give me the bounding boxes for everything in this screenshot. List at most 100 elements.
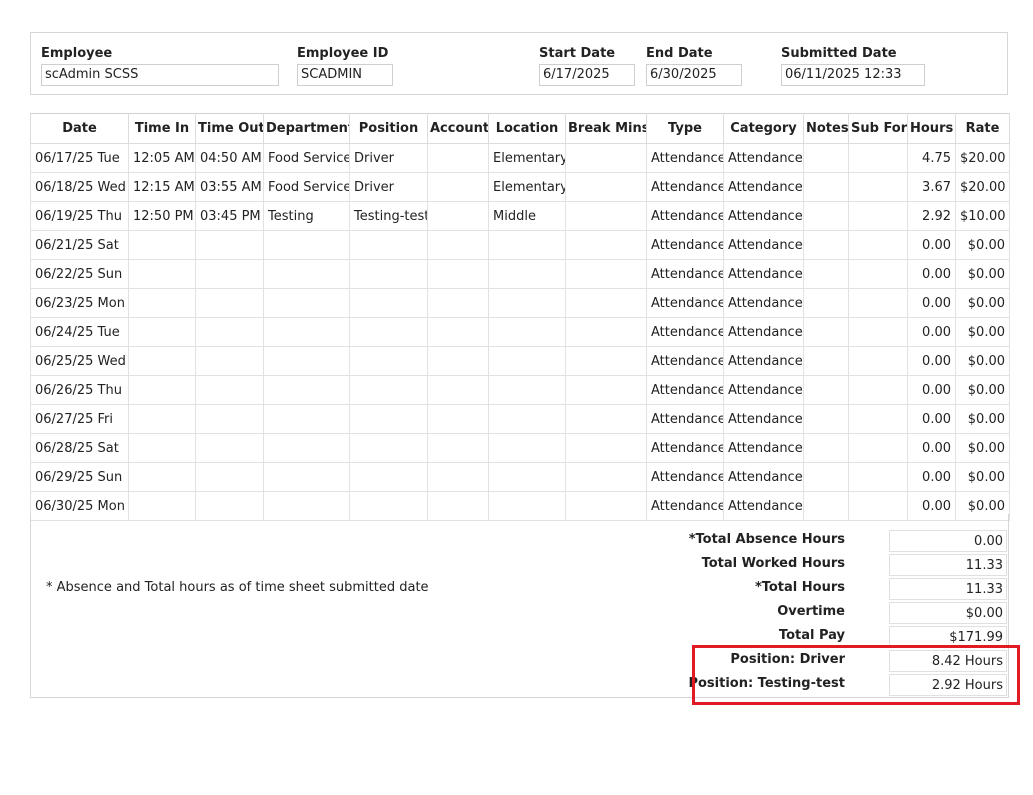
column-header: Time Out <box>195 113 264 144</box>
table-cell: Attendance <box>723 462 804 492</box>
table-cell: Attendance <box>646 201 724 231</box>
table-row[interactable]: 06/25/25 Wed Attendance Attendance 0.00 $0.0… <box>30 346 1010 376</box>
table-header-row: Date Time In Time Out Department Position Acc… <box>30 113 1010 144</box>
table-cell: Attendance <box>723 375 804 405</box>
overtime-value: $0.00 <box>889 602 1007 624</box>
table-cell <box>427 404 489 434</box>
table-cell: 0.00 <box>907 433 956 463</box>
table-cell: $0.00 <box>955 433 1010 463</box>
table-cell <box>803 230 849 260</box>
table-cell: Attendance <box>723 259 804 289</box>
table-cell: 03:45 PM <box>195 201 264 231</box>
table-cell <box>427 201 489 231</box>
table-row[interactable]: 06/19/25 Thu 12:50 PM 03:45 PM Testing Testi… <box>30 201 1010 231</box>
table-cell <box>427 143 489 173</box>
table-cell <box>488 317 566 347</box>
table-row[interactable]: 06/27/25 Fri Attendance Attendance 0.00 $0.0… <box>30 404 1010 434</box>
table-cell <box>427 375 489 405</box>
table-cell <box>848 346 908 376</box>
table-cell <box>349 404 428 434</box>
column-header: Department <box>263 113 350 144</box>
table-cell <box>427 288 489 318</box>
table-cell: Attendance <box>646 288 724 318</box>
table-cell <box>803 317 849 347</box>
table-cell <box>128 433 196 463</box>
table-cell: Attendance <box>723 172 804 202</box>
table-cell <box>848 172 908 202</box>
table-cell <box>803 201 849 231</box>
column-header: Location <box>488 113 566 144</box>
table-row[interactable]: 06/26/25 Thu Attendance Attendance 0.00 $0.0… <box>30 375 1010 405</box>
total-absence-label: *Total Absence Hours <box>688 532 845 547</box>
table-cell <box>848 201 908 231</box>
table-cell: Driver <box>349 143 428 173</box>
table-cell <box>128 317 196 347</box>
table-cell <box>128 259 196 289</box>
table-cell: Attendance <box>723 404 804 434</box>
table-row[interactable]: 06/17/25 Tue 12:05 AM 04:50 AM Food Service… <box>30 143 1010 173</box>
table-cell: 0.00 <box>907 346 956 376</box>
table-cell: 06/23/25 Mon <box>30 288 129 318</box>
table-cell <box>803 404 849 434</box>
table-cell <box>427 230 489 260</box>
table-cell <box>128 288 196 318</box>
table-row[interactable]: 06/24/25 Tue Attendance Attendance 0.00 $0.0… <box>30 317 1010 347</box>
table-cell: $0.00 <box>955 317 1010 347</box>
table-cell <box>488 433 566 463</box>
table-row[interactable]: 06/29/25 Sun Attendance Attendance 0.00 $0.0… <box>30 462 1010 492</box>
table-row[interactable]: 06/23/25 Mon Attendance Attendance 0.00 $0.0… <box>30 288 1010 318</box>
table-row[interactable]: 06/28/25 Sat Attendance Attendance 0.00 $0.0… <box>30 433 1010 463</box>
total-hours-label: *Total Hours <box>754 580 845 595</box>
table-cell: 06/24/25 Tue <box>30 317 129 347</box>
table-cell: 0.00 <box>907 317 956 347</box>
table-cell: Attendance <box>646 404 724 434</box>
table-cell: 2.92 <box>907 201 956 231</box>
employee-field[interactable]: scAdmin SCSS <box>41 64 279 86</box>
employee-id-field[interactable]: SCADMIN <box>297 64 393 86</box>
table-cell <box>848 433 908 463</box>
table-cell: 12:05 AM <box>128 143 196 173</box>
table-cell <box>128 346 196 376</box>
table-cell <box>488 259 566 289</box>
table-cell <box>848 143 908 173</box>
table-cell: 06/19/25 Thu <box>30 201 129 231</box>
table-cell <box>488 288 566 318</box>
table-cell: Attendance <box>646 346 724 376</box>
table-cell <box>195 317 264 347</box>
end-date-field[interactable]: 6/30/2025 <box>646 64 742 86</box>
table-cell: Attendance <box>646 375 724 405</box>
timesheet-table: Date Time In Time Out Department Position Acc… <box>30 113 1010 521</box>
table-cell: 06/28/25 Sat <box>30 433 129 463</box>
total-worked-row: Total Worked Hours 11.33 <box>631 554 1007 576</box>
table-cell <box>263 433 350 463</box>
table-cell: 0.00 <box>907 462 956 492</box>
table-cell <box>263 375 350 405</box>
table-cell: Testing-test <box>349 201 428 231</box>
total-worked-value: 11.33 <box>889 554 1007 576</box>
table-cell <box>848 317 908 347</box>
table-cell: 4.75 <box>907 143 956 173</box>
column-header: Break Mins <box>565 113 647 144</box>
table-cell <box>803 259 849 289</box>
table-cell <box>263 230 350 260</box>
table-cell: Attendance <box>723 433 804 463</box>
table-cell <box>803 172 849 202</box>
table-cell <box>565 346 647 376</box>
total-hours-row: *Total Hours 11.33 <box>631 578 1007 600</box>
submitted-date-field[interactable]: 06/11/2025 12:33 <box>781 64 925 86</box>
table-cell: Attendance <box>646 433 724 463</box>
footnote-text: * Absence and Total hours as of time she… <box>46 580 429 595</box>
table-row[interactable]: 06/18/25 Wed 12:15 AM 03:55 AM Food Service… <box>30 172 1010 202</box>
table-row[interactable]: 06/21/25 Sat Attendance Attendance 0.00 $0.0… <box>30 230 1010 260</box>
table-cell: Attendance <box>723 346 804 376</box>
table-cell <box>128 462 196 492</box>
column-header: Date <box>30 113 129 144</box>
start-date-field[interactable]: 6/17/2025 <box>539 64 635 86</box>
table-cell: Elementary <box>488 143 566 173</box>
table-cell: 04:50 AM <box>195 143 264 173</box>
employee-label: Employee <box>41 46 113 61</box>
table-cell: 03:55 AM <box>195 172 264 202</box>
table-cell <box>565 375 647 405</box>
employee-field-group: Employee scAdmin SCSS <box>41 46 279 86</box>
table-row[interactable]: 06/22/25 Sun Attendance Attendance 0.00 $0.0… <box>30 259 1010 289</box>
